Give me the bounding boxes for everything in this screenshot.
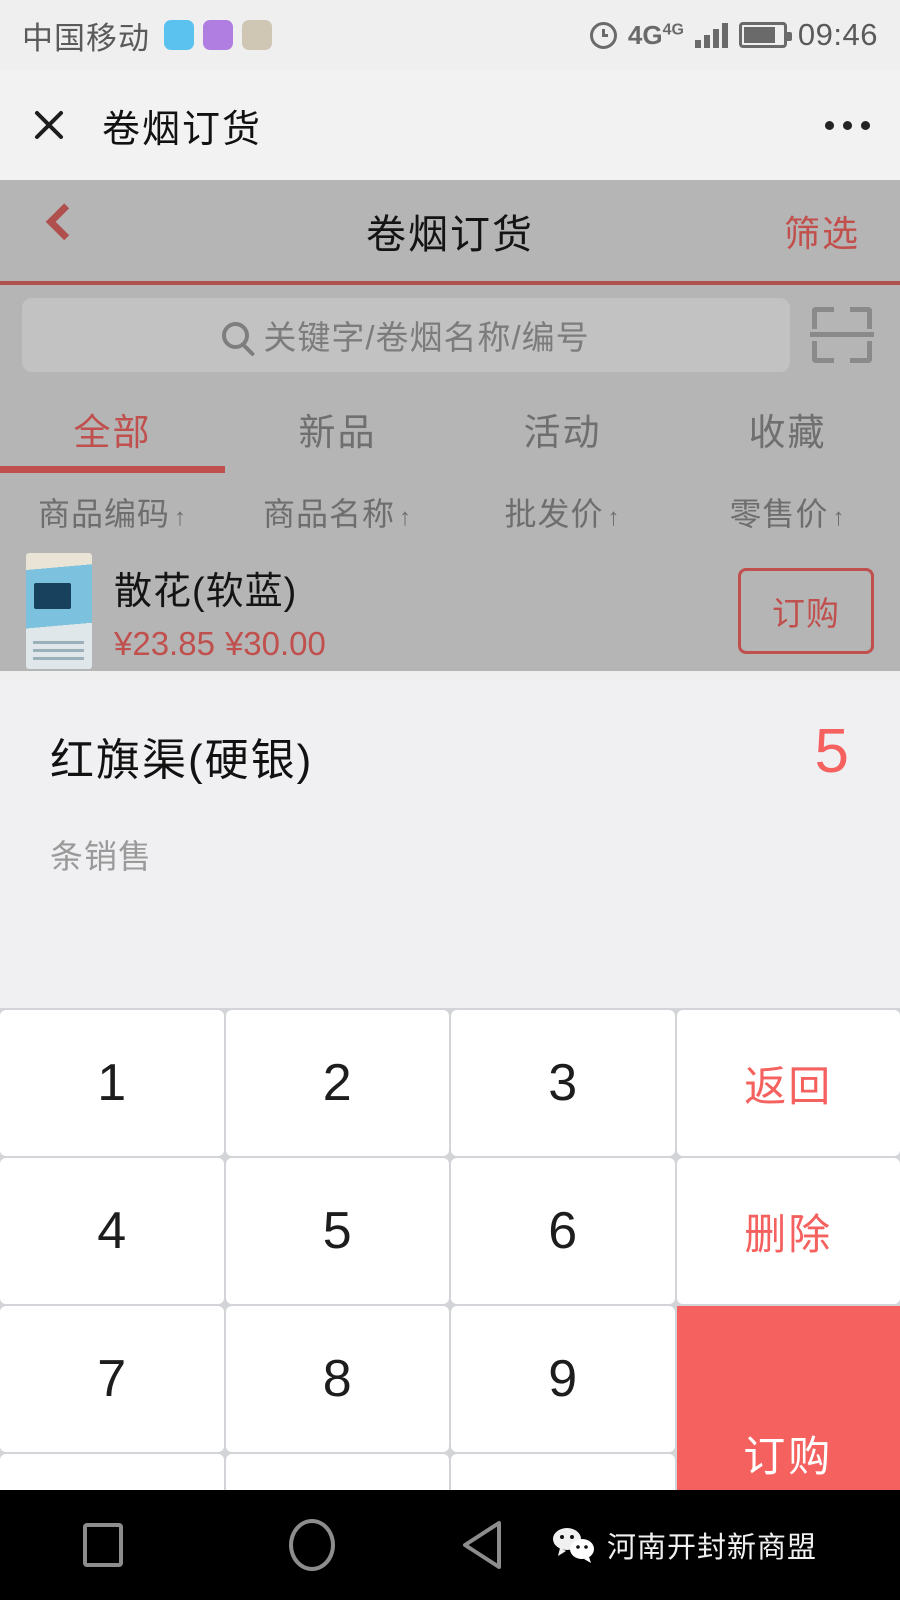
product-list: 散花(软蓝) ¥23.85 ¥30.00 订购 (0, 551, 900, 671)
back-and-watermark: 河南开封新商盟 (462, 1518, 817, 1572)
product-name: 散花(软蓝) (114, 570, 298, 613)
filter-button[interactable]: 筛选 (784, 205, 860, 257)
sheet-title-row: 红旗渠(硬银) 5 (50, 717, 850, 788)
blue-app-icon (164, 20, 194, 50)
purple-gallery-icon (203, 20, 233, 50)
circle-home-icon[interactable] (288, 1519, 335, 1571)
battery-icon (738, 22, 792, 48)
tab-all[interactable]: 全部 (0, 385, 225, 473)
key-7[interactable]: 7 (0, 1306, 224, 1452)
sort-product-name[interactable]: 商品名称 ↑ (225, 489, 450, 535)
tab-new[interactable]: 新品 (225, 385, 450, 473)
phone-screen: 中国移动 4G4G 09:46 卷烟订货 卷烟订货 筛选 关键字/卷烟名称/编号… (0, 0, 900, 1600)
cigarette-pack-thumbnail (26, 553, 92, 669)
search-input[interactable]: 关键字/卷烟名称/编号 (22, 298, 790, 372)
retail-price: ¥30.00 (224, 624, 326, 662)
key-1[interactable]: 1 (0, 1010, 224, 1156)
sort-wholesale-price-label: 批发价 (504, 496, 604, 532)
wechat-logo-icon (551, 1526, 597, 1564)
key-delete[interactable]: 删除 (676, 1158, 900, 1304)
network-4g-icon: 4G4G (627, 20, 684, 50)
key-9[interactable]: 9 (451, 1306, 675, 1452)
sort-retail-price-label: 零售价 (729, 496, 829, 532)
wechat-watermark: 河南开封新商盟 (551, 1524, 817, 1566)
sort-row: 商品编码 ↑ 商品名称 ↑ 批发价 ↑ 零售价 ↑ (0, 473, 900, 551)
scan-code-icon[interactable] (806, 299, 878, 371)
clock-label: 09:46 (797, 17, 878, 52)
sheet-product-name: 红旗渠(硬银) (50, 736, 314, 785)
sort-arrow-icon: ↑ (607, 504, 621, 531)
app-nav-bar: 卷烟订货 筛选 (0, 180, 900, 285)
page-title: 卷烟订货 (366, 212, 534, 257)
quantity-value: 5 (814, 717, 850, 786)
sheet-unit-label: 条销售 (50, 838, 152, 875)
sort-arrow-icon: ↑ (174, 504, 187, 531)
alarm-icon (589, 21, 617, 49)
order-button[interactable]: 订购 (738, 568, 874, 654)
sort-product-code[interactable]: 商品编码 ↑ (0, 489, 225, 535)
search-icon (222, 321, 250, 349)
wechat-webview-bar: 卷烟订货 (0, 70, 900, 180)
key-8[interactable]: 8 (225, 1306, 449, 1452)
sort-arrow-icon: ↑ (832, 504, 846, 531)
search-placeholder: 关键字/卷烟名称/编号 (263, 319, 590, 356)
triangle-back-icon[interactable] (462, 1518, 541, 1572)
watermark-label: 河南开封新商盟 (606, 1532, 817, 1564)
product-prices: ¥23.85 ¥30.00 (114, 625, 716, 663)
status-app-badges (164, 20, 272, 50)
android-nav-bar: 河南开封新商盟 (0, 1490, 900, 1600)
quantity-entry-sheet: 红旗渠(硬银) 5 条销售 1 2 3 返回 4 5 6 删除 7 8 9 订购… (0, 680, 900, 1600)
sort-product-name-label: 商品名称 (262, 496, 395, 532)
status-bar: 中国移动 4G4G 09:46 (0, 0, 900, 70)
more-options-icon[interactable] (825, 120, 870, 130)
chevron-left-icon[interactable] (45, 202, 83, 240)
app-container: 卷烟订货 筛选 关键字/卷烟名称/编号 全部 新品 活动 收藏 商品编码 ↑ 商品… (0, 180, 900, 671)
tab-promo[interactable]: 活动 (450, 385, 675, 473)
search-row: 关键字/卷烟名称/编号 (0, 285, 900, 385)
sort-arrow-icon: ↑ (399, 504, 412, 531)
signal-bars-icon (694, 22, 728, 48)
key-back[interactable]: 返回 (676, 1010, 900, 1156)
tan-shield-icon (242, 20, 272, 50)
carrier-label: 中国移动 (22, 20, 150, 56)
wholesale-price: ¥23.85 (114, 624, 215, 662)
key-3[interactable]: 3 (451, 1010, 675, 1156)
status-right-group: 4G4G 09:46 (589, 17, 878, 53)
sort-wholesale-price[interactable]: 批发价 ↑ (450, 489, 675, 535)
table-row[interactable]: 散花(软蓝) ¥23.85 ¥30.00 订购 (0, 551, 900, 671)
square-recents-icon[interactable] (82, 1523, 123, 1567)
close-icon[interactable] (30, 106, 68, 144)
key-4[interactable]: 4 (0, 1158, 224, 1304)
tab-favorites[interactable]: 收藏 (675, 385, 900, 473)
wechat-page-title: 卷烟订货 (102, 108, 263, 151)
key-2[interactable]: 2 (225, 1010, 449, 1156)
sort-retail-price[interactable]: 零售价 ↑ (675, 489, 900, 535)
category-tabs: 全部 新品 活动 收藏 (0, 385, 900, 473)
key-5[interactable]: 5 (225, 1158, 449, 1304)
sheet-header: 红旗渠(硬银) 5 条销售 (0, 680, 900, 878)
product-info: 散花(软蓝) ¥23.85 ¥30.00 (114, 560, 716, 663)
sort-product-code-label: 商品编码 (37, 496, 170, 532)
key-6[interactable]: 6 (451, 1158, 675, 1304)
